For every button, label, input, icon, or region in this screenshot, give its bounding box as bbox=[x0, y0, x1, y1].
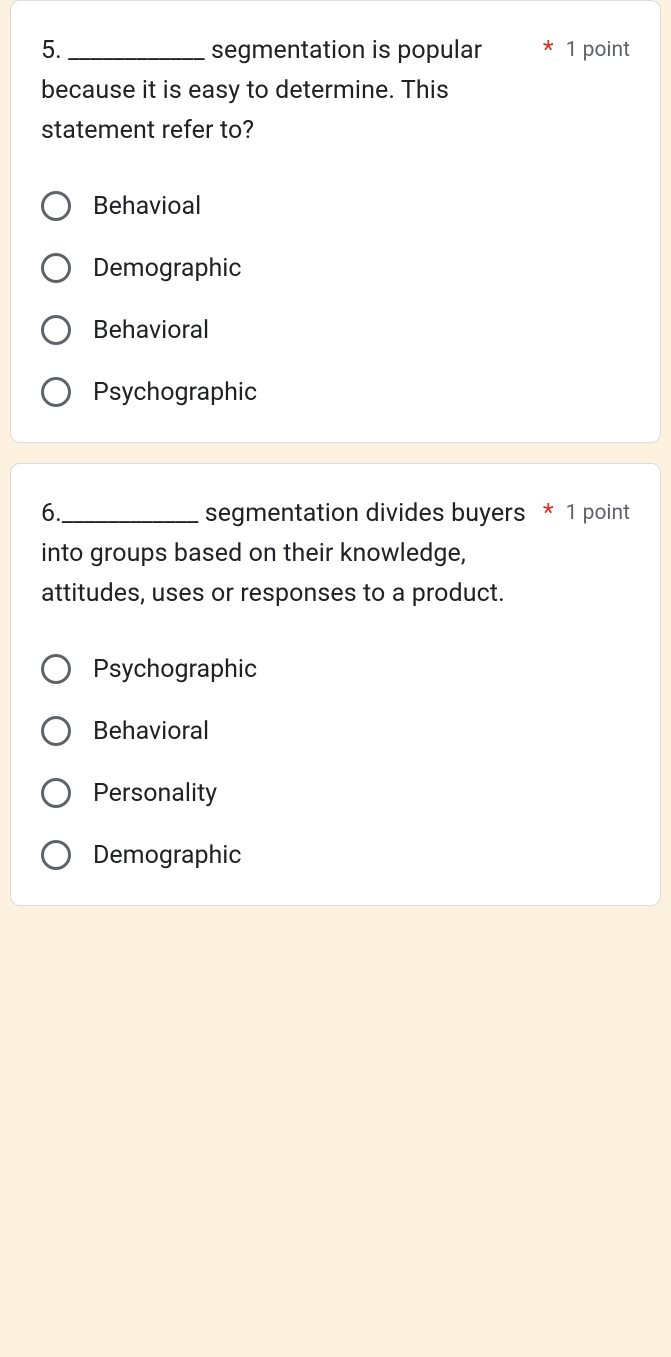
option-psychographic[interactable]: Psychographic bbox=[41, 654, 630, 684]
radio-icon bbox=[41, 716, 71, 746]
option-psychographic[interactable]: Psychographic bbox=[41, 377, 630, 407]
question-header: 5. ____________ segmentation is popular … bbox=[41, 31, 630, 151]
radio-icon bbox=[41, 377, 71, 407]
option-label: Demographic bbox=[93, 841, 241, 870]
question-card-6: 6.____________ segmentation divides buye… bbox=[10, 463, 661, 906]
option-label: Behavioral bbox=[93, 316, 209, 345]
required-indicator: * bbox=[543, 31, 554, 71]
radio-icon bbox=[41, 253, 71, 283]
option-behavioral[interactable]: Behavioral bbox=[41, 315, 630, 345]
points-label: 1 point bbox=[566, 494, 630, 534]
radio-icon bbox=[41, 654, 71, 684]
points-label: 1 point bbox=[566, 31, 630, 71]
question-header: 6.____________ segmentation divides buye… bbox=[41, 494, 630, 614]
option-label: Psychographic bbox=[93, 655, 257, 684]
question-text: 6.____________ segmentation divides buye… bbox=[41, 494, 531, 614]
radio-icon bbox=[41, 778, 71, 808]
option-label: Personality bbox=[93, 779, 217, 808]
option-personality[interactable]: Personality bbox=[41, 778, 630, 808]
option-behavioral[interactable]: Behavioral bbox=[41, 716, 630, 746]
option-label: Demographic bbox=[93, 254, 241, 283]
options-list: Behavioal Demographic Behavioral Psychog… bbox=[41, 191, 630, 407]
option-label: Behavioral bbox=[93, 717, 209, 746]
options-list: Psychographic Behavioral Personality Dem… bbox=[41, 654, 630, 870]
option-behavioal[interactable]: Behavioal bbox=[41, 191, 630, 221]
required-indicator: * bbox=[543, 494, 554, 534]
radio-icon bbox=[41, 840, 71, 870]
option-demographic[interactable]: Demographic bbox=[41, 253, 630, 283]
radio-icon bbox=[41, 191, 71, 221]
option-demographic[interactable]: Demographic bbox=[41, 840, 630, 870]
option-label: Behavioal bbox=[93, 192, 201, 221]
question-card-5: 5. ____________ segmentation is popular … bbox=[10, 0, 661, 443]
radio-icon bbox=[41, 315, 71, 345]
option-label: Psychographic bbox=[93, 378, 257, 407]
question-text: 5. ____________ segmentation is popular … bbox=[41, 31, 531, 151]
